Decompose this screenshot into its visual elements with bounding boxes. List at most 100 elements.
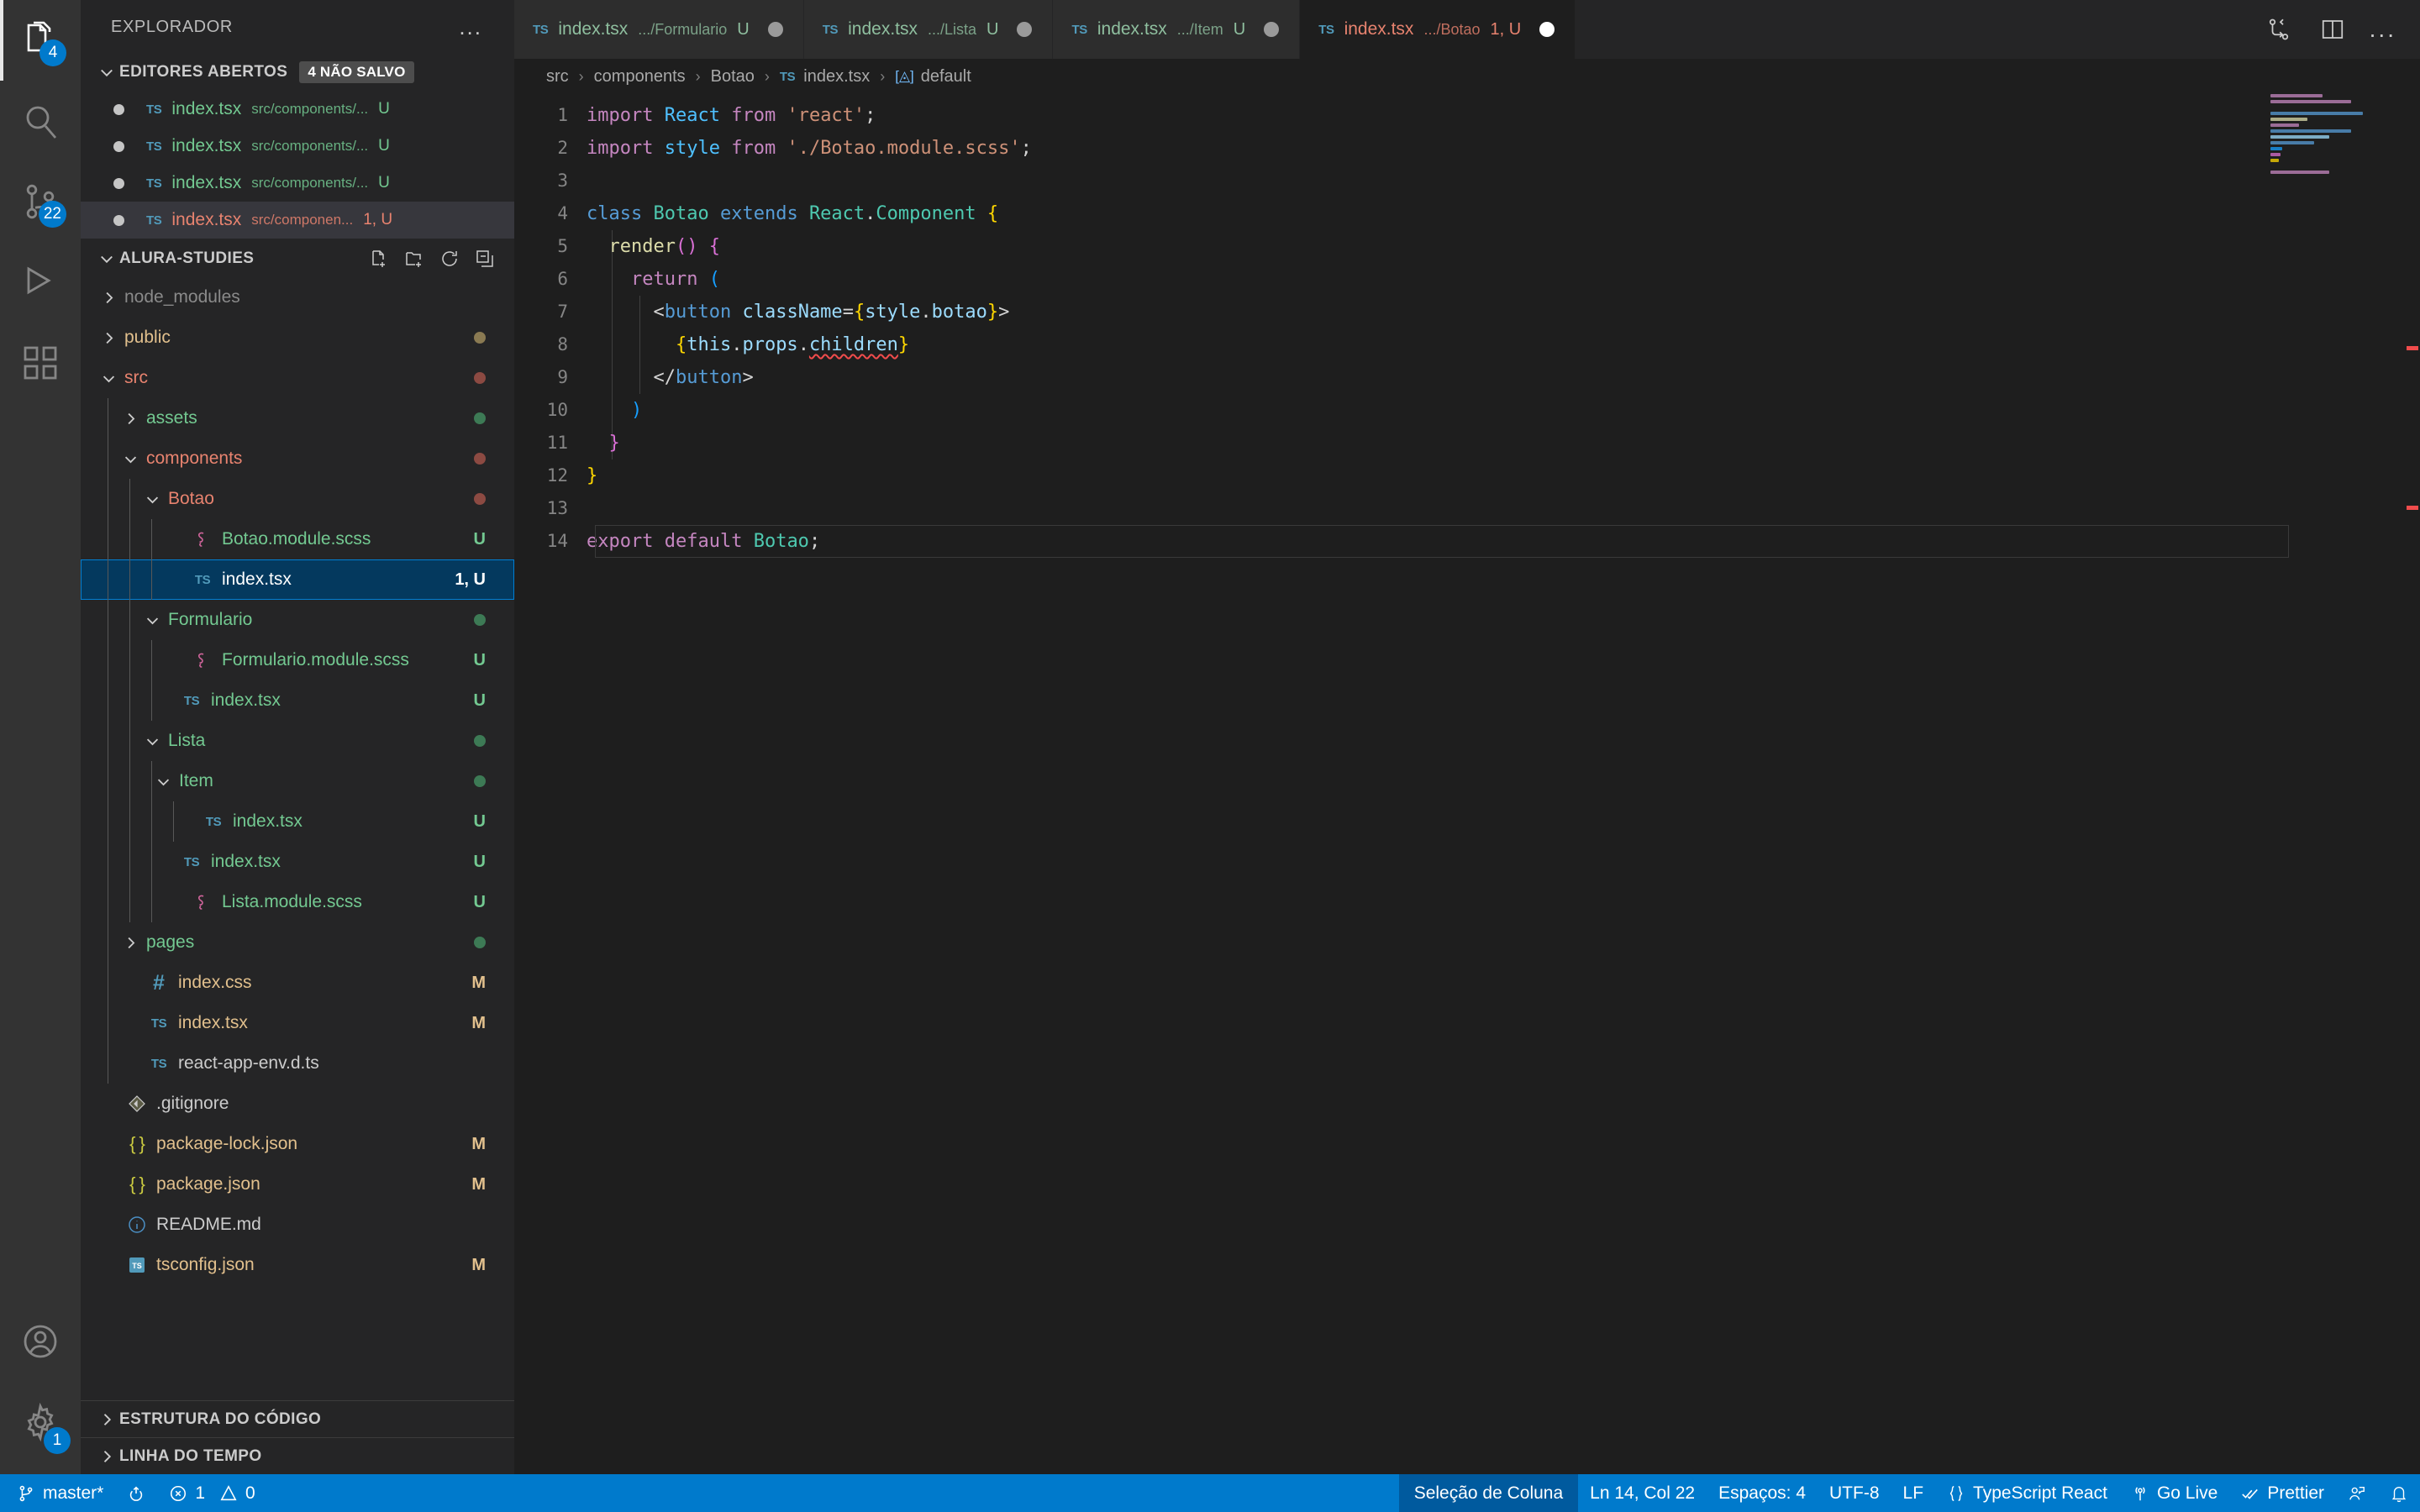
tree-file[interactable]: .gitignore <box>81 1084 514 1124</box>
activity-item-source-control[interactable]: 22 <box>0 161 81 242</box>
tree-file[interactable]: { } package.json M <box>81 1164 514 1205</box>
chevron-down-icon[interactable] <box>118 451 143 467</box>
activity-item-accounts[interactable] <box>0 1301 81 1382</box>
chevron-right-icon[interactable] <box>118 411 143 427</box>
project-header[interactable]: ALURA-STUDIES <box>81 240 514 277</box>
tree-folder[interactable]: assets <box>81 398 514 438</box>
tree-file[interactable]: README.md <box>81 1205 514 1245</box>
new-file-icon[interactable] <box>365 244 393 273</box>
tree-item-label: Formulario.module.scss <box>222 650 409 669</box>
tab-dirty-icon[interactable] <box>1539 22 1555 37</box>
activity-item-manage[interactable]: 1 <box>0 1382 81 1462</box>
chevron-down-icon[interactable] <box>96 370 121 386</box>
tree-file[interactable]: # index.css M <box>81 963 514 1003</box>
editor-scrollbar[interactable] <box>2405 94 2420 1474</box>
tree-folder[interactable]: Botao <box>81 479 514 519</box>
tree-folder[interactable]: Lista <box>81 721 514 761</box>
status-language-mode[interactable]: TypeScript React <box>1935 1474 2119 1512</box>
status-prettier[interactable]: Prettier <box>2229 1474 2336 1512</box>
open-editor-item[interactable]: TS index.tsx src/components/... U <box>81 165 514 202</box>
ts-icon: TS <box>1318 22 1334 37</box>
tree-folder[interactable]: components <box>81 438 514 479</box>
editor-more-actions-icon[interactable]: ... <box>2370 18 2396 41</box>
tree-folder[interactable]: Item <box>81 761 514 801</box>
activity-item-run-and-debug[interactable] <box>0 242 81 323</box>
collapse-all-icon[interactable] <box>471 244 499 273</box>
new-folder-icon[interactable] <box>400 244 429 273</box>
tree-folder[interactable]: src <box>81 358 514 398</box>
breadcrumb-item[interactable]: src <box>546 67 569 87</box>
editor-tab[interactable]: TS index.tsx .../Formulario U <box>514 0 804 59</box>
chevron-right-icon[interactable] <box>118 935 143 951</box>
open-editor-item[interactable]: TS index.tsx src/components/... U <box>81 91 514 128</box>
tree-folder[interactable]: Formulario <box>81 600 514 640</box>
open-editor-item[interactable]: TS index.tsx src/componen... 1, U <box>81 202 514 239</box>
split-diff-icon[interactable] <box>2262 13 2296 46</box>
tree-file[interactable]: Lista.module.scss U <box>81 882 514 922</box>
chevron-right-icon[interactable] <box>96 330 121 346</box>
status-indentation[interactable]: Espaços: 4 <box>1707 1474 1818 1512</box>
code-editor[interactable]: 1 import React from 'react'; 2 import style… <box>514 94 2420 1474</box>
scss-icon <box>198 653 204 668</box>
chevron-down-icon[interactable] <box>150 774 176 790</box>
sidebar-more-actions-icon[interactable]: ... <box>459 16 482 38</box>
status-cursor-position[interactable]: Ln 14, Col 22 <box>1578 1474 1707 1512</box>
tree-file[interactable]: TS index.tsx M <box>81 1003 514 1043</box>
info-icon <box>129 1216 145 1233</box>
activity-item-search[interactable] <box>0 81 81 161</box>
tab-dirty-icon[interactable] <box>1264 22 1280 37</box>
tree-folder[interactable]: public <box>81 318 514 358</box>
chevron-right-icon[interactable] <box>96 290 121 306</box>
chevron-right-icon <box>94 1411 119 1428</box>
breadcrumb-item[interactable]: components <box>594 67 686 87</box>
tree-folder[interactable]: pages <box>81 922 514 963</box>
status-notifications[interactable] <box>2378 1474 2420 1512</box>
dirty-indicator-icon[interactable] <box>109 103 128 115</box>
tree-folder[interactable]: node_modules <box>81 277 514 318</box>
status-problems[interactable]: 1 0 <box>157 1474 266 1512</box>
tree-file[interactable]: TS tsconfig.json M <box>81 1245 514 1285</box>
chevron-down-icon[interactable] <box>139 612 165 628</box>
breadcrumb-item[interactable]: TS index.tsx <box>780 67 870 87</box>
dirty-indicator-icon[interactable] <box>109 214 128 226</box>
open-editor-item[interactable]: TS index.tsx src/components/... U <box>81 128 514 165</box>
tree-file[interactable]: TS index.tsx U <box>81 680 514 721</box>
chevron-down-icon[interactable] <box>139 491 165 507</box>
status-remote-feedback[interactable] <box>2336 1474 2378 1512</box>
tab-dirty-icon[interactable] <box>767 22 783 37</box>
panel-timeline[interactable]: LINHA DO TEMPO <box>81 1437 514 1474</box>
breadcrumb-item[interactable]: [◬] default <box>895 67 971 87</box>
dirty-indicator-icon[interactable] <box>109 177 128 189</box>
open-editors-header[interactable]: EDITORES ABERTOS 4 NÃO SALVO <box>81 54 514 91</box>
status-branch[interactable]: master* <box>0 1474 115 1512</box>
refresh-icon[interactable] <box>435 244 464 273</box>
status-warning-count: 0 <box>245 1483 255 1503</box>
chevron-down-icon[interactable] <box>139 733 165 749</box>
status-go-live[interactable]: Go Live <box>2119 1474 2229 1512</box>
editor-tab[interactable]: TS index.tsx .../Lista U <box>803 0 1054 59</box>
breadcrumb-item[interactable]: Botao <box>711 67 755 87</box>
tree-file[interactable]: TS index.tsx U <box>81 842 514 882</box>
tree-item-label: package.json <box>156 1174 260 1194</box>
activity-item-extensions[interactable] <box>0 323 81 403</box>
activity-item-explorer[interactable]: 4 <box>0 0 81 81</box>
tree-file[interactable]: Formulario.module.scss U <box>81 640 514 680</box>
status-sync[interactable] <box>115 1474 157 1512</box>
tree-file[interactable]: TS react-app-env.d.ts <box>81 1043 514 1084</box>
tree-file[interactable]: Botao.module.scss U <box>81 519 514 559</box>
split-editor-icon[interactable] <box>2316 13 2349 46</box>
editor-tab[interactable]: TS index.tsx .../Item U <box>1053 0 1301 59</box>
tab-dirty-icon[interactable] <box>1017 22 1033 37</box>
tree-file[interactable]: TS index.tsx 1, U <box>81 559 514 600</box>
minimap[interactable] <box>2270 94 2405 1474</box>
line-number: 1 <box>557 105 568 125</box>
tree-file[interactable]: { } package-lock.json M <box>81 1124 514 1164</box>
tree-file[interactable]: TS index.tsx U <box>81 801 514 842</box>
status-eol[interactable]: LF <box>1891 1474 1936 1512</box>
editor-tab[interactable]: TS index.tsx .../Botao 1, U <box>1300 0 1576 59</box>
status-column-selection[interactable]: Seleção de Coluna <box>1398 1474 1579 1512</box>
panel-outline[interactable]: ESTRUTURA DO CÓDIGO <box>81 1400 514 1437</box>
status-encoding[interactable]: UTF-8 <box>1818 1474 1891 1512</box>
tab-status: U <box>737 19 750 39</box>
dirty-indicator-icon[interactable] <box>109 140 128 152</box>
